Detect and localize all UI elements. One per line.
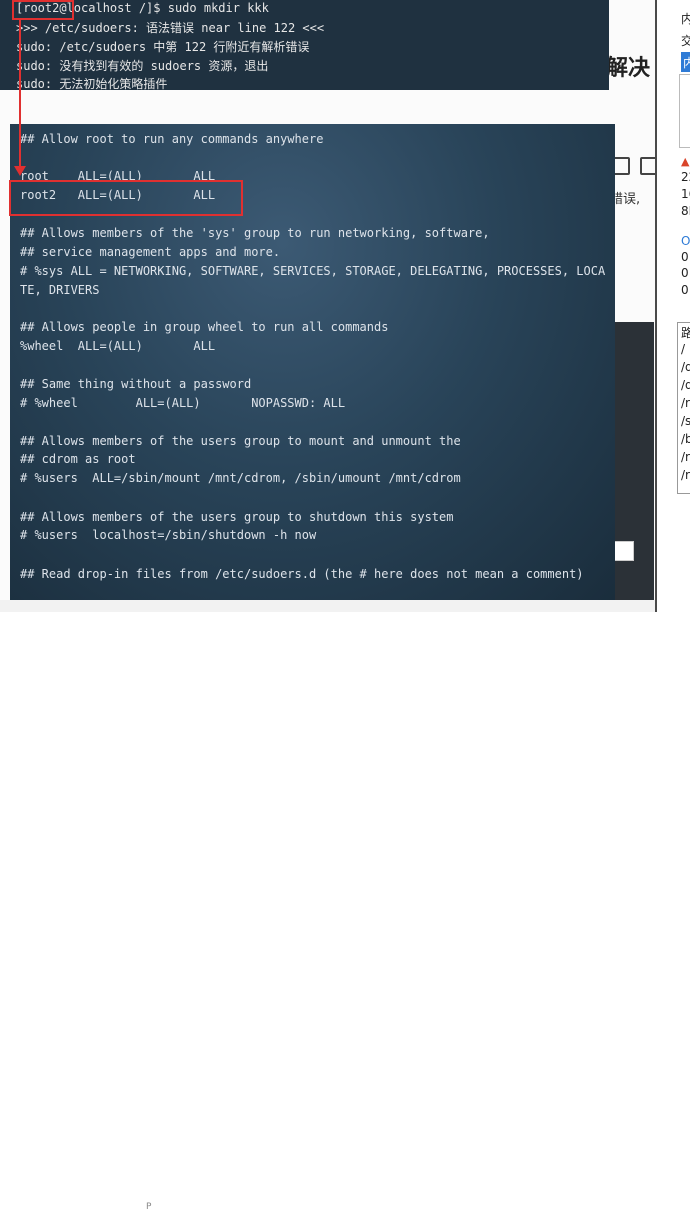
up-arrow-icon: ▲: [681, 155, 690, 168]
terminal-error-output[interactable]: [root2@localhost /]$ sudo mkdir kkk >>> …: [0, 0, 609, 91]
sidebar-stat: 0: [681, 283, 689, 297]
sudoers-line: ## Read drop-in files from /etc/sudoers.…: [20, 567, 584, 581]
highlight-box-user: [12, 0, 74, 20]
sidebar-path[interactable]: /d: [681, 378, 690, 392]
terminal-sudoers-file[interactable]: ## Allow root to run any commands anywhe…: [9, 124, 615, 600]
sudoers-line: # %sys ALL = NETWORKING, SOFTWARE, SERVI…: [20, 264, 606, 278]
arrow-down-icon: [14, 166, 26, 176]
sidebar-item[interactable]: 内: [681, 10, 690, 27]
sudoers-line: ## Allows members of the users group to …: [20, 510, 454, 524]
sudoers-line: # %users ALL=/sbin/mount /mnt/cdrom, /sb…: [20, 471, 461, 485]
sidebar-path[interactable]: /r: [681, 468, 690, 482]
bottom-mark: P: [146, 1202, 152, 1212]
sidebar-stat: 0: [681, 266, 689, 280]
sudoers-line: ## service management apps and more.: [20, 245, 281, 259]
sidebar-panel: [679, 74, 690, 148]
annotation-arrow-line: [19, 18, 21, 170]
sidebar-path[interactable]: /s: [681, 414, 690, 428]
sudoers-line: # %wheel ALL=(ALL) NOPASSWD: ALL: [20, 396, 346, 410]
sudoers-line: ## Same thing without a password: [20, 377, 252, 391]
highlight-box-root2: [9, 180, 243, 216]
sidebar-path: 路: [681, 326, 690, 340]
right-sidebar: 内 交 内 ▲ 22 16 8L Or 0 0 0 路 / /d /d /r /…: [655, 0, 690, 612]
comment-input[interactable]: [612, 541, 634, 561]
terminal-output-line: sudo: 无法初始化策略插件: [16, 77, 168, 91]
sidebar-stat: 22: [681, 170, 690, 184]
terminal-output-line: >>> /etc/sudoers: 语法错误 near line 122 <<<: [16, 21, 325, 35]
sudoers-line: ## Allows members of the 'sys' group to …: [20, 226, 490, 240]
sidebar-path[interactable]: /d: [681, 360, 690, 374]
sidebar-tab-label: 内: [683, 56, 690, 70]
sidebar-path[interactable]: /r: [681, 450, 690, 464]
sudoers-line: ## Allows members of the users group to …: [20, 434, 461, 448]
sudoers-line: %wheel ALL=(ALL) ALL: [20, 339, 216, 353]
sudoers-line: TE, DRIVERS: [20, 283, 100, 297]
sidebar-stat: 0: [681, 250, 689, 264]
dark-panel: [614, 322, 654, 612]
sidebar-item[interactable]: 交: [681, 32, 690, 49]
sudoers-line: ## Allow root to run any commands anywhe…: [20, 132, 324, 146]
sidebar-stat: 16: [681, 187, 690, 201]
sidebar-link[interactable]: Or: [681, 234, 690, 248]
sudoers-line: ## cdrom as root: [20, 452, 136, 466]
sudoers-line: # %users localhost=/sbin/shutdown -h now: [20, 528, 317, 542]
sidebar-path[interactable]: /r: [681, 396, 690, 410]
terminal-output-line: sudo: /etc/sudoers 中第 122 行附近有解析错误: [16, 40, 310, 54]
sidebar-path[interactable]: /b: [681, 432, 690, 446]
sudoers-line: ## Allows people in group wheel to run a…: [20, 320, 389, 334]
sidebar-stat: 8L: [681, 204, 690, 218]
sidebar-path[interactable]: /: [681, 342, 685, 356]
article-heading: 解决: [606, 56, 651, 81]
terminal-output-line: sudo: 没有找到有效的 sudoers 资源，退出: [16, 59, 269, 73]
